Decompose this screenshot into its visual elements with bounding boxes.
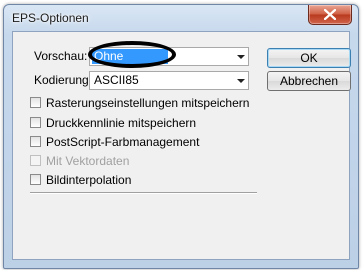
chevron-down-icon bbox=[237, 55, 245, 59]
screening-checkbox[interactable] bbox=[30, 97, 41, 108]
ok-button[interactable]: OK bbox=[267, 48, 351, 68]
close-icon bbox=[324, 9, 336, 20]
vector-data-label: Mit Vektordaten bbox=[46, 154, 130, 168]
interpolation-label: Bildinterpolation bbox=[46, 173, 132, 187]
eps-options-dialog: EPS-Optionen Vorschau: Ohne Kodierung: A… bbox=[3, 4, 359, 269]
color-management-checkbox[interactable] bbox=[30, 136, 41, 147]
close-button[interactable] bbox=[308, 5, 352, 25]
screening-label: Rasterungseinstellungen mitspeichern bbox=[46, 96, 250, 110]
cancel-button[interactable]: Abbrechen bbox=[267, 71, 351, 91]
interpolation-checkbox[interactable] bbox=[30, 174, 41, 185]
divider bbox=[30, 192, 257, 194]
preview-select-value: Ohne bbox=[92, 49, 168, 64]
transfer-function-label: Druckkennlinie mitspeichern bbox=[46, 116, 197, 130]
transfer-function-checkbox[interactable] bbox=[30, 117, 41, 128]
vector-data-checkbox bbox=[30, 155, 41, 166]
preview-label: Vorschau: bbox=[34, 49, 88, 63]
dialog-content: Vorschau: Ohne Kodierung: ASCII85 OK Abb… bbox=[12, 31, 351, 260]
preview-select[interactable]: Ohne bbox=[89, 47, 249, 66]
encoding-label: Kodierung: bbox=[34, 73, 93, 87]
color-management-label: PostScript-Farbmanagement bbox=[46, 135, 200, 149]
encoding-select[interactable]: ASCII85 bbox=[89, 71, 249, 90]
title-bar[interactable]: EPS-Optionen bbox=[4, 5, 358, 31]
chevron-down-icon bbox=[237, 79, 245, 83]
window-title: EPS-Optionen bbox=[12, 11, 89, 25]
encoding-select-value: ASCII85 bbox=[94, 73, 139, 87]
